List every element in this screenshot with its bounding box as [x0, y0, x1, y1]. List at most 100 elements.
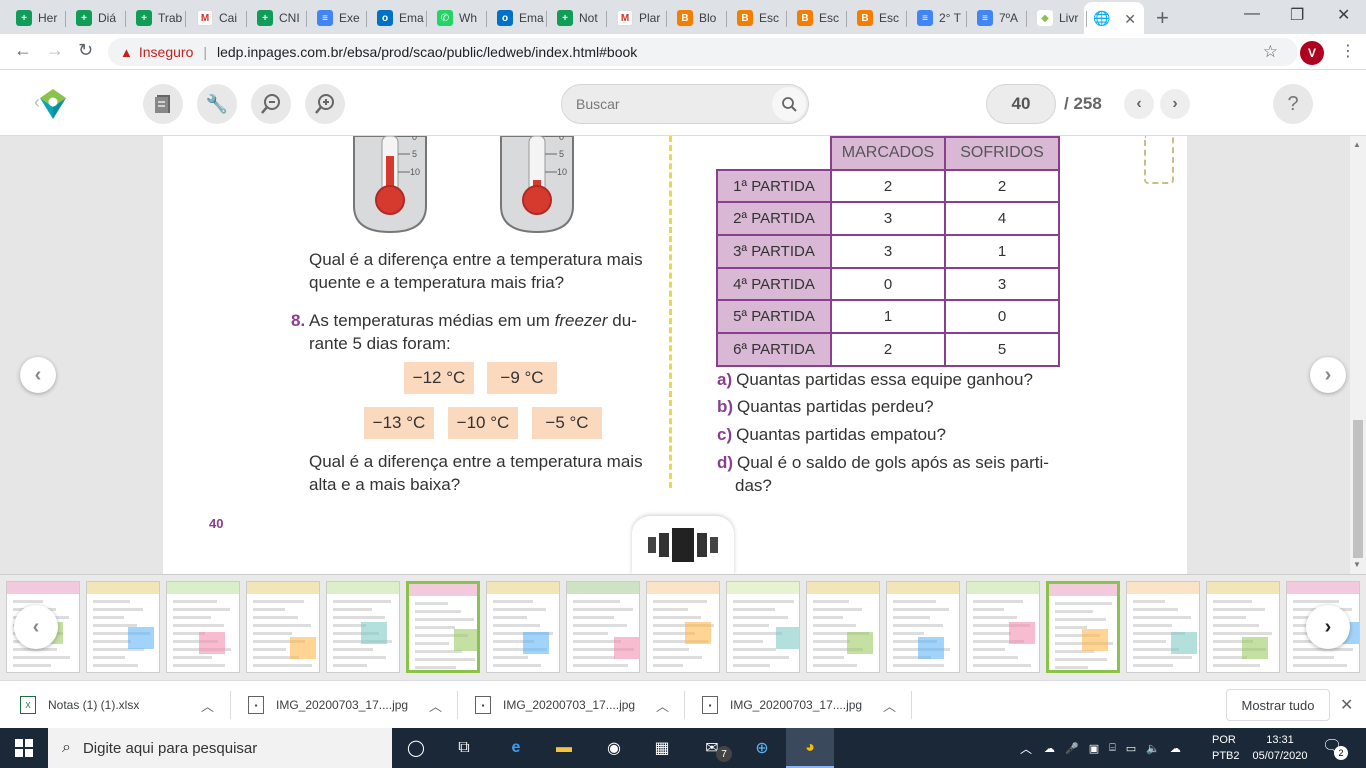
- tab-active[interactable]: 🌐 ✕: [1084, 2, 1144, 34]
- close-downloads-icon[interactable]: ✕: [1340, 695, 1353, 715]
- browser-tab[interactable]: ≡ 7ºA: [967, 2, 1027, 34]
- download-item[interactable]: X Notas (1) (1).xlsx ︿: [20, 681, 228, 729]
- battery-icon[interactable]: ▭: [1126, 742, 1136, 755]
- browser-tab[interactable]: B Esc: [727, 2, 787, 34]
- next-spread-button[interactable]: ›: [1310, 357, 1346, 393]
- download-item[interactable]: ▪ IMG_20200703_17....jpg ︿: [248, 681, 456, 729]
- browser-tab[interactable]: + Diá: [66, 2, 126, 34]
- url-text[interactable]: ledp.inpages.com.br/ebsa/prod/scao/publi…: [217, 44, 637, 60]
- browser-tab[interactable]: + Not: [547, 2, 607, 34]
- prev-page-button[interactable]: ‹: [1124, 89, 1154, 119]
- show-all-button[interactable]: Mostrar tudo: [1226, 689, 1330, 721]
- close-tab-icon[interactable]: ✕: [1124, 11, 1136, 28]
- next-page-button[interactable]: ›: [1160, 89, 1190, 119]
- browser-tab[interactable]: + Her: [6, 2, 66, 34]
- page-thumbnail[interactable]: [406, 581, 480, 673]
- profile-avatar[interactable]: V: [1300, 41, 1324, 65]
- browser-tab[interactable]: M Cai: [187, 2, 247, 34]
- microphone-icon[interactable]: 🎤: [1065, 742, 1079, 755]
- thumbnails-toggle[interactable]: [632, 516, 734, 574]
- scroll-down-icon[interactable]: ▼: [1353, 560, 1361, 569]
- volume-icon[interactable]: 🔈: [1146, 742, 1160, 755]
- browser-tab[interactable]: ◆ Livr: [1027, 2, 1087, 34]
- page-thumbnail[interactable]: [1206, 581, 1280, 673]
- vertical-scrollbar[interactable]: ▲ ▼: [1350, 136, 1366, 574]
- browser-tab[interactable]: B Blo: [667, 2, 727, 34]
- chevron-up-icon[interactable]: ︿: [429, 696, 442, 715]
- new-tab-button[interactable]: +: [1156, 5, 1169, 31]
- cortana-icon[interactable]: ◯: [404, 736, 428, 760]
- download-item[interactable]: ▪ IMG_20200703_17....jpg ︿: [702, 681, 910, 729]
- page-thumbnail[interactable]: [1126, 581, 1200, 673]
- browser-tab[interactable]: ≡ Exe: [307, 2, 367, 34]
- thumbnail-text-line: [733, 632, 782, 635]
- clock[interactable]: 13:31 05/07/2020: [1250, 732, 1310, 764]
- weather-icon[interactable]: ☁: [1044, 742, 1055, 755]
- edge-icon[interactable]: e: [504, 736, 528, 760]
- task-view-icon[interactable]: ⧉: [452, 736, 476, 760]
- page-thumbnail[interactable]: [246, 581, 320, 673]
- taskbar-search[interactable]: ⌕ Digite aqui para pesquisar: [48, 728, 392, 768]
- page-thumbnail[interactable]: [726, 581, 800, 673]
- page-thumbnail[interactable]: [806, 581, 880, 673]
- close-window-icon[interactable]: ✕: [1337, 5, 1350, 25]
- reload-button[interactable]: ↻: [78, 40, 93, 61]
- chevron-up-icon[interactable]: ︿: [201, 696, 214, 715]
- scroll-up-icon[interactable]: ▲: [1353, 140, 1361, 149]
- page-thumbnail[interactable]: [86, 581, 160, 673]
- browser-tab[interactable]: ≡ 2° T: [907, 2, 967, 34]
- forward-button[interactable]: →: [46, 40, 64, 61]
- browser-tab[interactable]: + CNI: [247, 2, 307, 34]
- prev-spread-button[interactable]: ‹: [20, 357, 56, 393]
- display-icon[interactable]: ▣: [1089, 742, 1099, 755]
- chevron-up-icon[interactable]: ︿: [656, 696, 669, 715]
- notification-center[interactable]: 🗨 2: [1322, 736, 1348, 760]
- scroll-thumb[interactable]: [1353, 420, 1363, 558]
- thumbs-prev-button[interactable]: ‹: [14, 605, 58, 649]
- zoom-in-button[interactable]: [305, 84, 345, 124]
- chrome-taskbar-button[interactable]: ◕: [786, 728, 834, 768]
- page-thumbnail[interactable]: [166, 581, 240, 673]
- page-thumbnail[interactable]: [886, 581, 960, 673]
- bookmark-ribbon[interactable]: [1144, 136, 1174, 184]
- store-icon[interactable]: ▦: [650, 736, 674, 760]
- help-button[interactable]: ?: [1273, 84, 1313, 124]
- browser-tab[interactable]: M Plar: [607, 2, 667, 34]
- chevron-up-icon[interactable]: ︿: [883, 696, 896, 715]
- page-thumbnail[interactable]: [566, 581, 640, 673]
- thumbs-next-button[interactable]: ›: [1306, 605, 1350, 649]
- tools-button[interactable]: 🔧: [197, 84, 237, 124]
- download-item[interactable]: ▪ IMG_20200703_17....jpg ︿: [475, 681, 683, 729]
- file-explorer-icon[interactable]: ▬: [552, 736, 576, 760]
- browser-tab[interactable]: ✆ Wh: [427, 2, 487, 34]
- page-thumbnail[interactable]: [326, 581, 400, 673]
- onedrive-icon[interactable]: ☁: [1170, 742, 1181, 755]
- page-thumbnail[interactable]: [1046, 581, 1120, 673]
- zoom-out-button[interactable]: [251, 84, 291, 124]
- maximize-icon[interactable]: ❐: [1290, 5, 1304, 25]
- browser-tab[interactable]: + Trab: [126, 2, 186, 34]
- minimize-icon[interactable]: —: [1244, 5, 1260, 23]
- safari-icon[interactable]: ⊕: [750, 736, 774, 760]
- pages-button[interactable]: [143, 84, 183, 124]
- current-page-input[interactable]: 40: [986, 84, 1056, 124]
- search-input[interactable]: [576, 96, 766, 112]
- language-indicator[interactable]: POR PTB2: [1212, 732, 1240, 764]
- tray-expand-icon[interactable]: ︿: [1020, 740, 1032, 757]
- browser-tab[interactable]: B Esc: [787, 2, 847, 34]
- address-bar[interactable]: ▲ Inseguro | ledp.inpages.com.br/ebsa/pr…: [108, 38, 1298, 66]
- browser-tab[interactable]: B Esc: [847, 2, 907, 34]
- bookmark-star-icon[interactable]: ☆: [1263, 42, 1278, 62]
- page-thumbnail[interactable]: [646, 581, 720, 673]
- page-thumbnail[interactable]: [966, 581, 1040, 673]
- network-icon[interactable]: ⌸: [1109, 742, 1116, 755]
- security-label[interactable]: Inseguro: [139, 44, 193, 60]
- menu-icon[interactable]: ⋮: [1340, 41, 1356, 61]
- start-button[interactable]: [0, 728, 48, 768]
- browser-tab[interactable]: o Ema: [367, 2, 427, 34]
- obs-icon[interactable]: ◉: [602, 736, 626, 760]
- search-icon[interactable]: [772, 87, 806, 121]
- browser-tab[interactable]: o Ema: [487, 2, 547, 34]
- back-button[interactable]: ←: [14, 40, 32, 61]
- page-thumbnail[interactable]: [486, 581, 560, 673]
